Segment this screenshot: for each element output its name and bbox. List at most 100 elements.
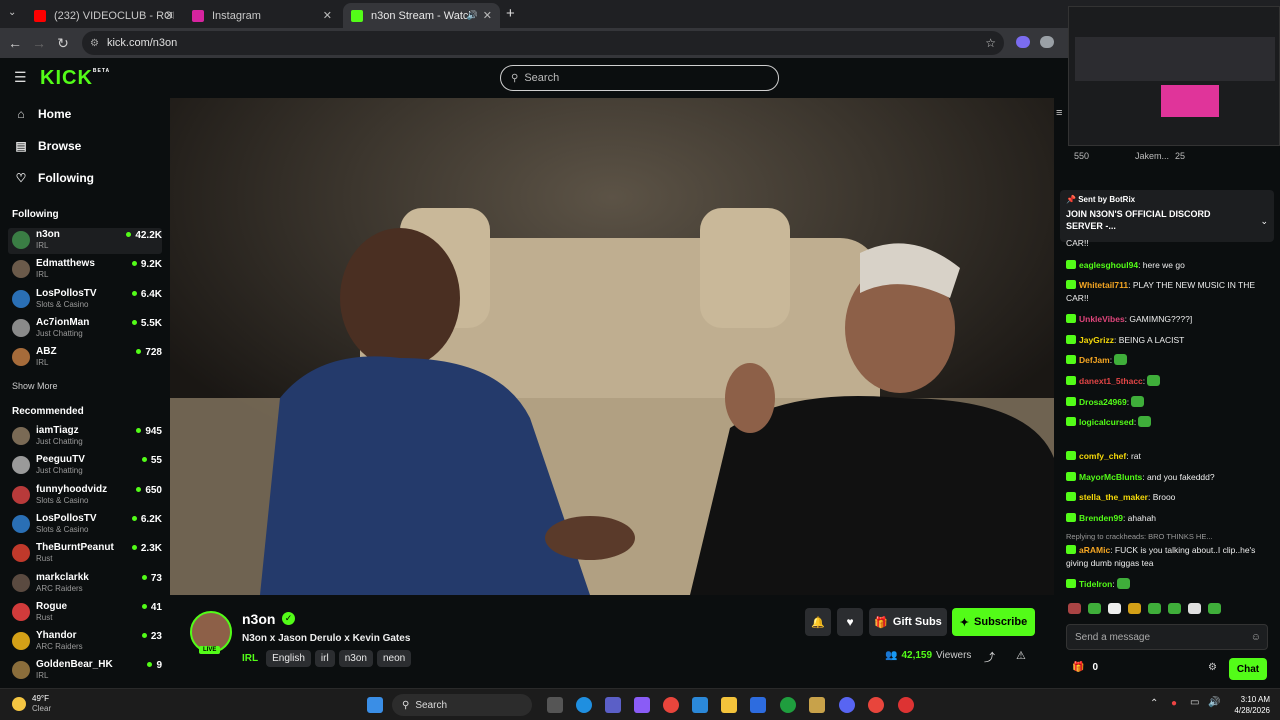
browser-tab-youtube[interactable]: (232) VIDEOCLUB - ROI Instrum ✕	[26, 3, 182, 28]
emote-icon[interactable]	[1208, 603, 1221, 614]
chat-username[interactable]: logicalcursed	[1079, 417, 1134, 427]
app-icon[interactable]	[809, 697, 825, 713]
chat-username[interactable]: comfy_chef	[1079, 451, 1126, 461]
chat-username[interactable]: JayGrizz	[1079, 335, 1114, 345]
back-icon[interactable]: ←	[3, 35, 27, 51]
file-explorer-icon[interactable]	[721, 697, 737, 713]
chrome-icon[interactable]	[868, 697, 884, 713]
emote-icon[interactable]	[1108, 603, 1121, 614]
chat-username[interactable]: danext1_5thacc	[1079, 376, 1143, 386]
chat-username[interactable]: UnkleVibes	[1079, 314, 1125, 324]
app-icon[interactable]	[750, 697, 766, 713]
bookmark-star-icon[interactable]: ☆	[985, 36, 996, 50]
browser-tab-instagram[interactable]: Instagram ✕	[184, 3, 340, 28]
app-icon[interactable]	[898, 697, 914, 713]
chat-send-button[interactable]: Chat	[1229, 658, 1267, 680]
speaker-icon[interactable]: 🔊	[467, 10, 478, 21]
sidebar-channel-item[interactable]: Ac7ionMan Just Chatting 5.5K	[8, 316, 162, 342]
follow-heart-button[interactable]: ♥	[837, 608, 863, 636]
discord-icon[interactable]	[839, 697, 855, 713]
tray-chevron-icon[interactable]: ⌃	[1150, 698, 1158, 709]
sidebar-channel-item[interactable]: funnyhoodvidz Slots & Casino 650	[8, 483, 162, 509]
extension-icon[interactable]	[1016, 36, 1030, 48]
address-bar[interactable]: ⚙ kick.com/n3on ☆	[82, 31, 1004, 55]
copilot-icon[interactable]	[634, 697, 650, 713]
sidebar-channel-item[interactable]: LosPollosTV Slots & Casino 6.2K	[8, 512, 162, 538]
chat-username[interactable]: MayorMcBlunts	[1079, 472, 1142, 482]
chat-username[interactable]: stella_the_maker	[1079, 492, 1148, 502]
tab-search-icon[interactable]: ⌄	[8, 7, 16, 18]
emote-icon[interactable]	[1128, 603, 1141, 614]
tag[interactable]: neon	[376, 650, 412, 667]
report-icon[interactable]: ⚠	[1016, 649, 1026, 662]
sidebar-item-following[interactable]: ♡ Following	[14, 171, 94, 185]
sidebar-channel-item[interactable]: Edmatthews IRL 9.2K	[8, 257, 162, 283]
sidebar-channel-item[interactable]: Rogue Rust 41	[8, 600, 162, 626]
sidebar-channel-item[interactable]: n3on IRL 42.2K	[8, 228, 162, 254]
sidebar-item-home[interactable]: ⌂ Home	[14, 107, 71, 121]
chat-username[interactable]: DefJam	[1079, 355, 1110, 365]
taskbar-search[interactable]: ⚲ Search	[392, 694, 532, 716]
forward-icon[interactable]: →	[27, 35, 51, 51]
tag[interactable]: n3on	[338, 650, 373, 667]
sidebar-channel-item[interactable]: Yhandor ARC Raiders 23	[8, 629, 162, 655]
share-icon[interactable]: ⤴	[984, 649, 995, 665]
chat-username[interactable]: Drosa24969	[1079, 397, 1127, 407]
mini-preview-window[interactable]	[1068, 6, 1280, 146]
channel-points[interactable]: 🎁 0	[1072, 662, 1098, 673]
emote-icon[interactable]	[1188, 603, 1201, 614]
chat-collapse-icon[interactable]: ≡	[1056, 107, 1062, 119]
category-link[interactable]: IRL	[242, 653, 258, 664]
emote-icon[interactable]	[1088, 603, 1101, 614]
site-info-icon[interactable]: ⚙	[90, 38, 99, 49]
close-tab-icon[interactable]: ✕	[483, 9, 492, 22]
clock[interactable]: 3:10 AM 4/28/2026	[1230, 694, 1270, 716]
xbox-icon[interactable]	[780, 697, 796, 713]
subscribe-button[interactable]: ✦ Subscribe	[952, 608, 1035, 636]
chat-username[interactable]: Brenden99	[1079, 513, 1123, 523]
chat-input[interactable]: Send a message ☺	[1066, 624, 1268, 650]
sidebar-channel-item[interactable]: TheBurntPeanut Rust 2.3K	[8, 541, 162, 567]
sidebar-channel-item[interactable]: markclarkk ARC Raiders 73	[8, 571, 162, 597]
show-more-link[interactable]: Show More	[12, 381, 58, 391]
chat-username[interactable]: Whitetail711	[1079, 280, 1128, 290]
weather-widget[interactable]: 49°F Clear	[12, 694, 51, 714]
emote-icon[interactable]	[1148, 603, 1161, 614]
reload-icon[interactable]: ↻	[51, 35, 75, 52]
chat-username[interactable]: aRAMic	[1079, 545, 1110, 555]
sidebar-channel-item[interactable]: PeeguuTV Just Chatting 55	[8, 453, 162, 479]
menu-icon[interactable]: ☰	[14, 69, 27, 86]
pinned-message[interactable]: 📌 Sent by BotRix JOIN N3ON'S OFFICIAL DI…	[1060, 190, 1274, 242]
notification-bell-button[interactable]: 🔔	[805, 608, 831, 636]
mic-icon[interactable]: ●	[1171, 698, 1177, 709]
video-player[interactable]	[170, 98, 1054, 595]
volume-icon[interactable]: 🔊	[1208, 697, 1220, 708]
sidebar-channel-item[interactable]: iamTiagz Just Chatting 945	[8, 424, 162, 450]
close-tab-icon[interactable]: ✕	[323, 9, 332, 22]
emote-icon[interactable]	[1068, 603, 1081, 614]
chat-settings-icon[interactable]: ⚙	[1208, 662, 1217, 673]
start-icon[interactable]	[367, 697, 383, 713]
sidebar-channel-item[interactable]: GoldenBear_HK IRL 9	[8, 658, 162, 684]
search-input[interactable]: ⚲ Search	[500, 65, 779, 91]
extension-icon[interactable]	[1040, 36, 1054, 48]
browser-tab-kick[interactable]: n3on Stream - Watch Live o 🔊 ✕	[343, 3, 500, 28]
gift-subs-button[interactable]: 🎁 Gift Subs	[869, 608, 947, 636]
emoji-picker-icon[interactable]: ☺	[1251, 632, 1261, 643]
store-icon[interactable]	[692, 697, 708, 713]
kick-logo[interactable]: KICKBETA	[40, 67, 110, 90]
teams-icon[interactable]	[605, 697, 621, 713]
sidebar-channel-item[interactable]: LosPollosTV Slots & Casino 6.4K	[8, 287, 162, 313]
emote-icon[interactable]	[1168, 603, 1181, 614]
channel-name[interactable]: n3on	[242, 611, 275, 627]
task-view-icon[interactable]	[547, 697, 563, 713]
chat-username[interactable]: eaglesghoul94	[1079, 260, 1138, 270]
sidebar-item-browse[interactable]: ▤ Browse	[14, 139, 81, 153]
close-tab-icon[interactable]: ✕	[165, 9, 174, 22]
network-icon[interactable]: ▭	[1190, 697, 1199, 708]
tag[interactable]: irl	[314, 650, 335, 667]
sidebar-channel-item[interactable]: ABZ IRL 728	[8, 345, 162, 371]
chat-username[interactable]: TideIron	[1079, 579, 1112, 589]
new-tab-button[interactable]: +	[506, 5, 515, 22]
tag[interactable]: English	[266, 650, 311, 667]
